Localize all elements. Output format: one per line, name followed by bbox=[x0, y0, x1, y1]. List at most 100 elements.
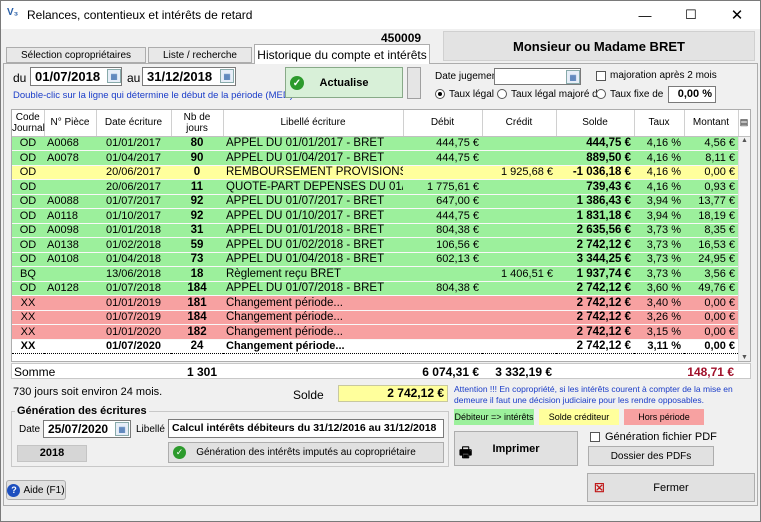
cell-nb-jours: 184 bbox=[171, 310, 223, 325]
cell-libelle: APPEL DU 01/10/2017 - BRET bbox=[223, 208, 403, 224]
taux-fixe-input[interactable]: 0,00 % bbox=[668, 86, 716, 103]
col-code-journal[interactable]: Code Journal bbox=[12, 110, 45, 137]
table-row[interactable]: OD A0118 01/10/2017 92 APPEL DU 01/10/2017 -… bbox=[12, 208, 750, 224]
cell-debit: 804,38 € bbox=[403, 281, 482, 296]
taux-legal-label: Taux légal bbox=[449, 89, 495, 100]
period-hint: Double-clic sur la ligne qui détermine l… bbox=[13, 90, 301, 101]
table-row[interactable]: XX 01/01/2019 181 Changement période... 2 74… bbox=[12, 295, 750, 311]
cell-nb-jours: 181 bbox=[171, 295, 223, 311]
table-row[interactable]: OD A0108 01/04/2018 73 APPEL DU 01/04/2018 -… bbox=[12, 252, 750, 267]
scroll-down-icon[interactable]: ▼ bbox=[741, 354, 748, 361]
close-button[interactable]: ☒ Fermer bbox=[587, 473, 755, 502]
cell-montant: 0,00 € bbox=[684, 295, 738, 311]
close-label: Fermer bbox=[653, 481, 689, 494]
cell-libelle: APPEL DU 01/04/2018 - BRET bbox=[223, 252, 403, 267]
cell-numero-piece: A0118 bbox=[44, 208, 96, 224]
maximize-button[interactable]: ☐ bbox=[668, 1, 714, 29]
table-row[interactable]: OD A0088 01/07/2017 92 APPEL DU 01/07/2017 -… bbox=[12, 194, 750, 209]
table-row[interactable]: OD 20/06/2017 11 QUOTE-PART DEPENSES DU 01/… bbox=[12, 179, 750, 195]
calendar-icon[interactable]: ▦ bbox=[115, 422, 129, 436]
col-nb-jours[interactable]: Nb de jours bbox=[171, 110, 224, 137]
tab-liste-recherche[interactable]: Liste / recherche bbox=[148, 47, 252, 63]
help-label: Aide (F1) bbox=[23, 484, 65, 496]
generate-interests-button[interactable]: ✓ Génération des intérêts imputés au cop… bbox=[168, 442, 444, 463]
cell-montant: 3,56 € bbox=[684, 266, 738, 282]
cell-debit: 647,00 € bbox=[403, 194, 482, 209]
table-row[interactable]: BQ 13/06/2018 18 Règlement reçu BRET 1 406,5… bbox=[12, 266, 750, 282]
calendar-icon[interactable]: ▦ bbox=[107, 69, 121, 83]
cell-numero-piece: A0068 bbox=[44, 136, 96, 151]
person-name: Monsieur ou Madame BRET bbox=[443, 31, 755, 61]
minimize-button[interactable]: — bbox=[622, 1, 668, 29]
cell-credit bbox=[482, 136, 556, 151]
grid-scrollbar[interactable]: ▲ ▼ bbox=[738, 137, 750, 361]
cell-libelle: APPEL DU 01/01/2017 - BRET bbox=[223, 136, 403, 151]
calendar-icon[interactable]: ▦ bbox=[220, 69, 234, 83]
col-libelle[interactable]: Libellé écriture bbox=[223, 110, 404, 137]
cell-numero-piece: A0078 bbox=[44, 150, 96, 166]
pdf-checkbox[interactable] bbox=[590, 432, 600, 442]
col-numero-piece[interactable]: N° Pièce bbox=[44, 110, 97, 137]
radio-taux-fixe[interactable] bbox=[596, 89, 606, 99]
table-row[interactable]: OD 20/06/2017 0 REMBOURSEMENT PROVISIONS I 1… bbox=[12, 165, 750, 180]
close-window-button[interactable]: ✕ bbox=[714, 1, 760, 29]
cell-code-journal: OD bbox=[12, 281, 44, 296]
totals-row: Somme 1 301 6 074,31 € 3 332,19 € 148,71… bbox=[11, 363, 751, 379]
table-row[interactable]: OD A0078 01/04/2017 90 APPEL DU 01/04/2017 -… bbox=[12, 150, 750, 166]
tab-selection-coproprietaires[interactable]: Sélection copropriétaires bbox=[6, 47, 146, 63]
cell-libelle: APPEL DU 01/04/2017 - BRET bbox=[223, 150, 403, 166]
cell-nb-jours: 92 bbox=[171, 194, 223, 209]
cell-date-ecriture: 01/07/2018 bbox=[96, 281, 171, 296]
table-row[interactable]: XX 01/07/2020 24 Changement période... 2 742… bbox=[12, 338, 750, 354]
help-button[interactable]: ? Aide (F1) bbox=[6, 480, 66, 500]
table-row[interactable]: OD A0098 01/01/2018 31 APPEL DU 01/01/2018 -… bbox=[12, 223, 750, 238]
cell-nb-jours: 18 bbox=[171, 266, 223, 282]
cell-date-ecriture: 01/01/2017 bbox=[96, 136, 171, 151]
table-row[interactable]: XX 01/01/2020 182 Changement période... 2 74… bbox=[12, 324, 750, 340]
radio-taux-legal[interactable] bbox=[435, 89, 445, 99]
table-row[interactable]: OD A0138 01/02/2018 59 APPEL DU 01/02/2018 -… bbox=[12, 237, 750, 253]
date-to-value: 31/12/2018 bbox=[147, 69, 213, 84]
cell-montant: 4,56 € bbox=[684, 136, 738, 151]
col-credit[interactable]: Crédit bbox=[482, 110, 557, 137]
col-solde[interactable]: Solde bbox=[556, 110, 635, 137]
print-button[interactable]: 🖶 Imprimer bbox=[454, 431, 578, 466]
totals-credit: 3 332,19 € bbox=[495, 365, 552, 379]
pdf-folder-button[interactable]: Dossier des PDFs bbox=[588, 446, 714, 466]
col-date-ecriture[interactable]: Date écriture bbox=[96, 110, 172, 137]
col-debit[interactable]: Débit bbox=[403, 110, 483, 137]
tab-historique[interactable]: Historique du compte et intérêts bbox=[254, 44, 430, 64]
table-row[interactable]: OD A0068 01/01/2017 80 APPEL DU 01/01/2017 -… bbox=[12, 136, 750, 151]
cell-solde: 2 742,12 € bbox=[556, 237, 634, 253]
majoration-checkbox[interactable] bbox=[596, 71, 606, 81]
scroll-up-icon[interactable]: ▲ bbox=[741, 137, 748, 144]
cell-debit bbox=[403, 324, 482, 340]
col-montant[interactable]: Montant bbox=[684, 110, 739, 137]
refresh-button[interactable]: ✓ Actualise bbox=[285, 67, 403, 98]
table-row[interactable]: OD A0128 01/07/2018 184 APPEL DU 01/07/2018 … bbox=[12, 281, 750, 296]
cell-code-journal: OD bbox=[12, 165, 44, 180]
column-picker-icon[interactable]: ▤ bbox=[738, 110, 750, 137]
cell-numero-piece bbox=[44, 165, 96, 180]
cell-code-journal: OD bbox=[12, 194, 44, 209]
refresh-label: Actualise bbox=[319, 76, 369, 89]
cell-credit bbox=[482, 223, 556, 238]
col-taux[interactable]: Taux bbox=[634, 110, 685, 137]
cell-montant: 8,11 € bbox=[684, 150, 738, 166]
cell-date-ecriture: 01/01/2019 bbox=[96, 295, 171, 311]
calendar-icon[interactable]: ▦ bbox=[566, 70, 580, 84]
date-jugement-label: Date jugement bbox=[435, 71, 501, 82]
gen-libelle-input[interactable]: Calcul intérêts débiteurs du 31/12/2016 … bbox=[168, 419, 444, 438]
cell-credit bbox=[482, 237, 556, 253]
gen-year: 2018 bbox=[17, 445, 87, 462]
side-scroll-handle[interactable] bbox=[407, 67, 421, 99]
solde-value: 2 742,12 € bbox=[338, 385, 448, 402]
cell-code-journal: XX bbox=[12, 295, 44, 311]
cell-numero-piece: A0138 bbox=[44, 237, 96, 253]
cell-debit bbox=[403, 165, 482, 180]
cell-credit bbox=[482, 179, 556, 195]
cell-libelle: Changement période... bbox=[223, 324, 403, 340]
cell-montant: 24,95 € bbox=[684, 252, 738, 267]
radio-taux-majore[interactable] bbox=[497, 89, 507, 99]
table-row[interactable]: XX 01/07/2019 184 Changement période... 2 74… bbox=[12, 310, 750, 325]
